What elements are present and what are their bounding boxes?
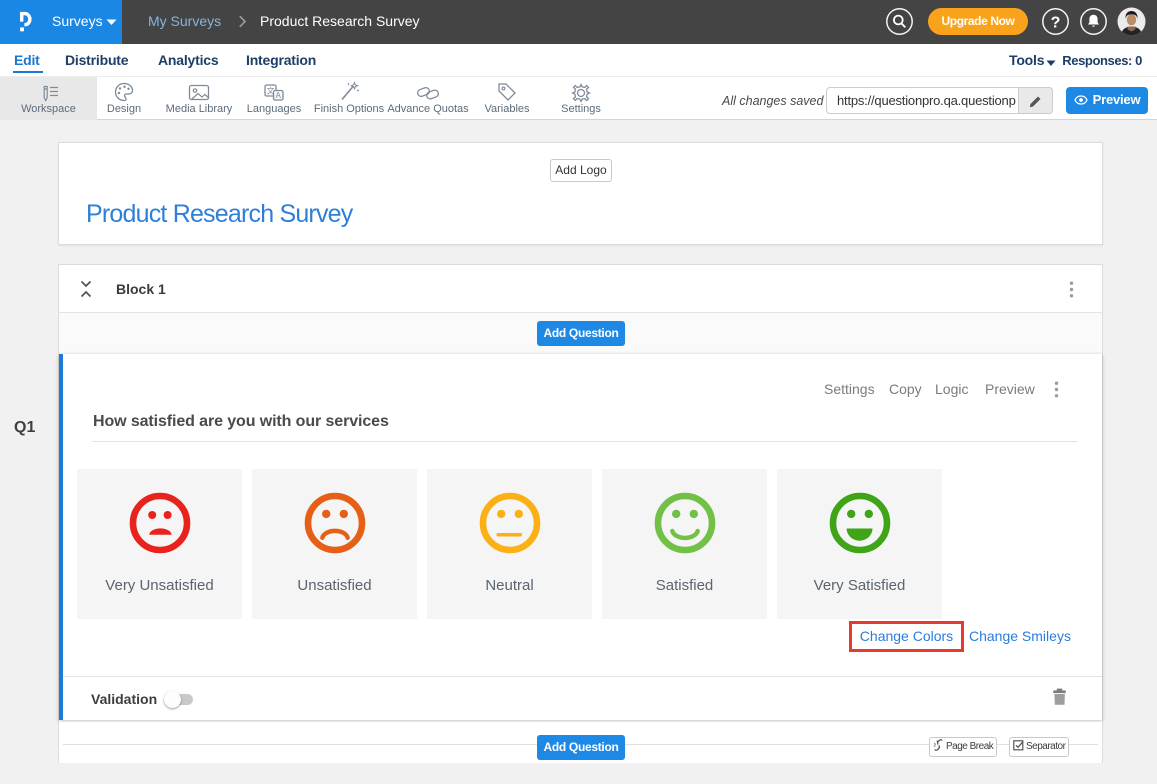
svg-text:A: A (276, 91, 282, 100)
svg-text:?: ? (1051, 15, 1061, 32)
